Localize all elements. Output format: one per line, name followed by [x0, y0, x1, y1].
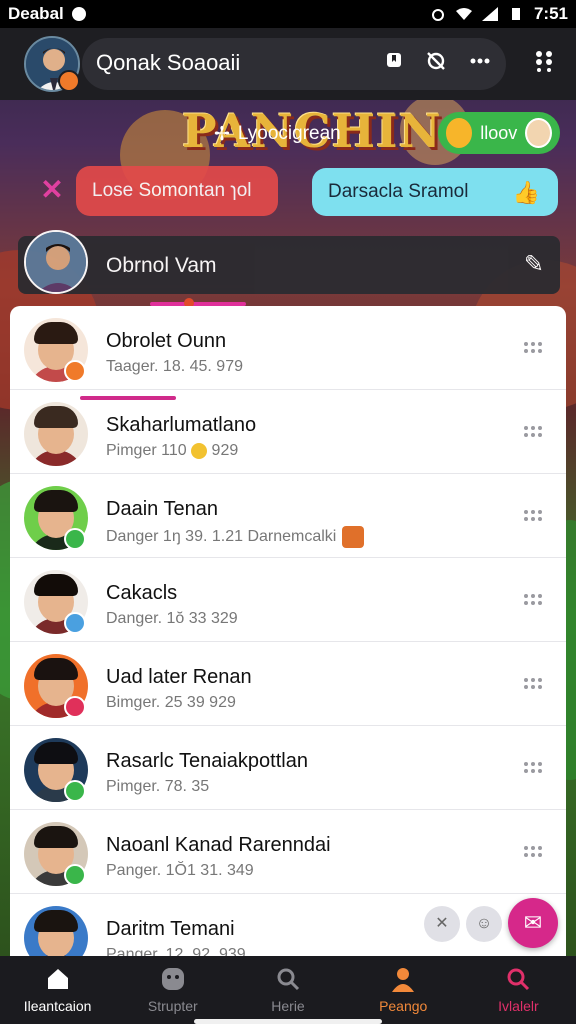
contact-row[interactable]: Obrolet Ounn Taager. 18. 45. 979 [10, 306, 566, 390]
gift-bag-icon [342, 526, 365, 548]
nav-item-label: Ileantcaion [23, 998, 92, 1014]
close-icon[interactable]: ✕ [38, 176, 66, 204]
message-bubble-outgoing[interactable]: Darsacla Sramol 👍 [312, 168, 558, 216]
nav-item-label: Herie [271, 998, 305, 1014]
incoming-message-text: Lose Somontan ɿol [92, 180, 252, 201]
contact-avatar [24, 906, 88, 956]
wifi-icon [455, 8, 472, 20]
nav-item[interactable]: Ileantcaion [0, 956, 115, 1024]
drag-handle-icon[interactable] [524, 426, 544, 440]
contact-row[interactable]: Rasarlc Tenaiakpottlan Pimger. 78. 35 [10, 726, 566, 810]
bottom-navigation: Ileantcaion Strupter Herie Peango Ivlalelr [0, 956, 576, 1024]
signal-icon [481, 7, 498, 21]
contact-row[interactable]: Naoanl Kanad Rarenndai Panger. 1Ŏ1 31. 34… [10, 810, 566, 894]
current-user-avatar [24, 230, 88, 294]
status-bar: Deabal 7:51 [0, 0, 576, 28]
nav-item-label: Strupter [147, 998, 198, 1014]
contact-name: Daain Tenan [106, 498, 218, 520]
user-face-icon [525, 118, 552, 148]
contact-name: Uad later Renan [106, 666, 252, 688]
contact-subtitle: Danger 1ŋ 39. 1.21 Darnemcalki [106, 526, 365, 548]
contact-subtitle: Pimger. 78. 35 [106, 778, 210, 795]
app-header: Qonak Soaoaii [0, 28, 576, 100]
contact-list: Obrolet Ounn Taager. 18. 45. 979 Skaharlum… [10, 306, 566, 956]
home-icon [45, 966, 71, 992]
carrier-label: Deabal [8, 4, 64, 23]
search-icon [505, 966, 531, 992]
current-user-bar[interactable]: Obrnol Vam ✎ [18, 230, 560, 294]
contact-subtitle: Panger. 1Ŏ1 31. 349 [106, 862, 254, 879]
contact-name: Rasarlc Tenaiakpottlan [106, 750, 308, 772]
person-icon [390, 966, 416, 992]
notification-dot-icon [71, 7, 86, 21]
game-status-label: Lyoocigrean [237, 123, 341, 144]
status-badge-icon [64, 360, 86, 382]
collapse-icon[interactable]: ✕ [424, 906, 460, 942]
drag-handle-icon[interactable] [524, 762, 544, 776]
refresh-icon[interactable] [422, 50, 450, 78]
drag-handle-icon[interactable] [524, 846, 544, 860]
emoji-icon[interactable]: ☺ [466, 906, 502, 942]
coin-icon [191, 442, 208, 459]
contact-name: Obrolet Ounn [106, 330, 227, 352]
contact-row[interactable]: Uad later Renan Bimger. 25 39 929 [10, 642, 566, 726]
profile-badge-icon [58, 70, 80, 92]
status-badge-icon [64, 780, 86, 802]
page-title: Qonak Soaoaii [96, 50, 241, 75]
contact-name: Cakacls [106, 582, 178, 604]
current-user-name: Obrnol Vam [106, 254, 217, 277]
search-icon [275, 966, 301, 992]
bookmark-icon[interactable] [380, 50, 408, 78]
drag-handle-icon[interactable] [524, 510, 544, 524]
outgoing-message-text: Darsacla Sramol [328, 181, 469, 202]
contact-subtitle: Bimger. 25 39 929 [106, 694, 236, 711]
status-badge-icon [64, 528, 86, 550]
reaction-chip[interactable]: lloov [438, 112, 560, 154]
alarm-icon [431, 9, 444, 21]
drag-handle-icon[interactable] [524, 342, 544, 356]
contact-subtitle: Danger. 1ŏ 33 329 [106, 610, 238, 627]
contact-row[interactable]: Skaharlumatlano Pimger 110 929 [10, 390, 566, 474]
nav-item[interactable]: Ivlalelr [461, 956, 576, 1024]
drag-handle-icon[interactable] [524, 594, 544, 608]
contact-subtitle: Panger. 12. 92. 939 [106, 946, 246, 956]
contact-row[interactable]: Daain Tenan Danger 1ŋ 39. 1.21 Darnemcalk… [10, 474, 566, 558]
edit-icon[interactable]: ✎ [524, 250, 544, 279]
clock: 7:51 [533, 4, 568, 23]
nav-item[interactable]: Strupter [115, 956, 230, 1024]
message-bubble-incoming[interactable]: Lose Somontan ɿol [76, 166, 278, 216]
contact-avatar [24, 402, 88, 466]
contact-name: Daritm Temani [106, 918, 235, 940]
compose-button[interactable]: ✉ [508, 898, 558, 948]
status-badge-icon [64, 864, 86, 886]
battery-icon [511, 8, 520, 20]
contact-subtitle: Taager. 18. 45. 979 [106, 358, 243, 375]
contact-subtitle: Pimger 110 929 [106, 442, 239, 459]
nav-item-label: Ivlalelr [498, 998, 539, 1014]
home-indicator [194, 1019, 382, 1024]
grid-menu-icon[interactable] [530, 50, 558, 78]
emoji-face-icon [446, 118, 473, 148]
sparkle-icon: ✢ [214, 123, 230, 145]
nav-item-label: Peango [379, 998, 428, 1014]
nav-item[interactable]: Herie [230, 956, 345, 1024]
face-icon [160, 966, 186, 992]
status-badge-icon [64, 696, 86, 718]
contact-row[interactable]: Cakacls Danger. 1ŏ 33 329 [10, 558, 566, 642]
row-progress-accent [80, 396, 176, 400]
drag-handle-icon[interactable] [524, 678, 544, 692]
status-badge-icon [64, 612, 86, 634]
nav-item[interactable]: Peango [346, 956, 461, 1024]
contact-name: Skaharlumatlano [106, 414, 257, 436]
contact-name: Naoanl Kanad Rarenndai [106, 834, 331, 856]
reaction-chip-label: lloov [480, 122, 518, 143]
more-options-icon[interactable] [466, 50, 494, 78]
thumbs-up-icon[interactable]: 👍 [513, 180, 540, 206]
game-status-chip: ✢ Lyoocigrean [200, 116, 426, 152]
